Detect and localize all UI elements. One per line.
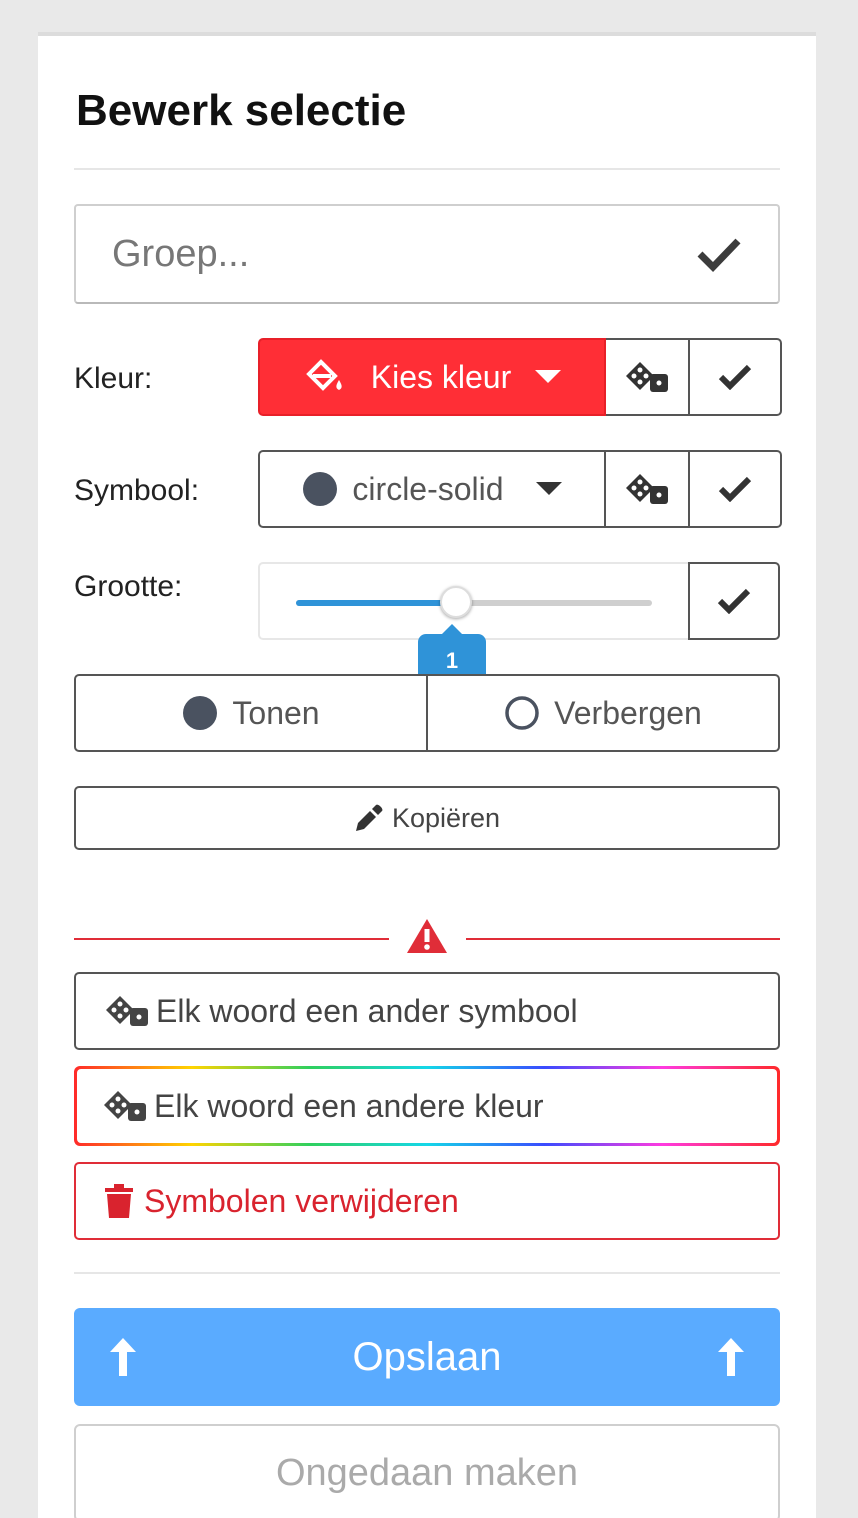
show-button[interactable]: Tonen: [74, 674, 428, 752]
group-input-placeholder: Groep...: [112, 232, 250, 275]
choose-color-label: Kies kleur: [370, 358, 512, 395]
paint-bucket-icon: [305, 359, 342, 391]
circle-solid-icon: [303, 472, 338, 506]
circle-solid-icon: [183, 696, 218, 730]
check-icon: [717, 588, 751, 614]
dice-icon: [104, 1091, 146, 1121]
undo-label: Ongedaan maken: [275, 1451, 579, 1494]
arrow-up-icon: [110, 1338, 136, 1376]
confirm-size-button[interactable]: [688, 562, 780, 640]
divider: [74, 1272, 780, 1274]
warning-triangle-icon: [407, 919, 447, 953]
remove-symbols-label: Symbolen verwijderen: [144, 1182, 459, 1219]
chevron-down-icon: [535, 482, 562, 495]
eyedropper-icon: [355, 804, 383, 831]
check-icon[interactable]: [696, 236, 742, 272]
save-button[interactable]: Opslaan: [74, 1308, 780, 1406]
choose-color-button[interactable]: Kies kleur: [258, 338, 606, 416]
copy-button[interactable]: Kopiëren: [74, 786, 780, 850]
random-symbol-per-word-label: Elk woord een ander symbool: [156, 992, 578, 1029]
panel-title: Bewerk selectie: [76, 86, 407, 135]
size-label: Grootte:: [74, 570, 183, 603]
random-color-per-word-label: Elk woord een andere kleur: [154, 1087, 544, 1124]
hide-label: Verbergen: [554, 694, 702, 731]
selected-symbol-label: circle-solid: [352, 470, 504, 507]
random-color-button[interactable]: [606, 338, 690, 416]
color-label: Kleur:: [74, 362, 153, 395]
undo-button[interactable]: Ongedaan maken: [74, 1424, 780, 1518]
symbol-label: Symbool:: [74, 474, 200, 507]
check-icon: [718, 364, 752, 390]
slider-fill: [296, 600, 457, 606]
slider-track[interactable]: [296, 600, 652, 606]
remove-symbols-button[interactable]: Symbolen verwijderen: [74, 1162, 780, 1240]
edit-selection-panel: Bewerk selectie Groep... Kleur: Kies kle…: [38, 32, 816, 1518]
dice-icon: [626, 362, 668, 392]
random-symbol-button[interactable]: [606, 450, 690, 528]
circle-outline-icon: [505, 696, 539, 730]
dice-icon: [106, 996, 148, 1026]
size-slider[interactable]: [258, 562, 688, 640]
color-button-group: Kies kleur: [258, 338, 782, 416]
divider: [74, 168, 780, 170]
symbol-button-group: circle-solid: [258, 450, 782, 528]
warning-divider-right: [466, 938, 780, 940]
slider-handle[interactable]: [440, 586, 473, 618]
confirm-color-button[interactable]: [690, 338, 782, 416]
hide-button[interactable]: Verbergen: [428, 674, 780, 752]
show-label: Tonen: [232, 694, 320, 731]
random-color-per-word-button[interactable]: Elk woord een andere kleur: [74, 1066, 780, 1146]
arrow-up-icon: [717, 1338, 744, 1376]
check-icon: [718, 476, 752, 502]
copy-label: Kopiëren: [391, 802, 501, 833]
random-symbol-per-word-button[interactable]: Elk woord een ander symbool: [74, 972, 780, 1050]
dice-icon: [626, 474, 668, 504]
save-label: Opslaan: [352, 1334, 502, 1379]
chevron-down-icon: [535, 370, 562, 383]
choose-symbol-button[interactable]: circle-solid: [258, 450, 606, 528]
visibility-button-group: Tonen Verbergen: [74, 674, 780, 752]
group-input[interactable]: Groep...: [74, 204, 780, 304]
random-color-per-word-inner: Elk woord een andere kleur: [77, 1069, 777, 1143]
confirm-symbol-button[interactable]: [690, 450, 782, 528]
warning-divider-left: [74, 938, 389, 940]
trash-icon: [105, 1184, 133, 1218]
